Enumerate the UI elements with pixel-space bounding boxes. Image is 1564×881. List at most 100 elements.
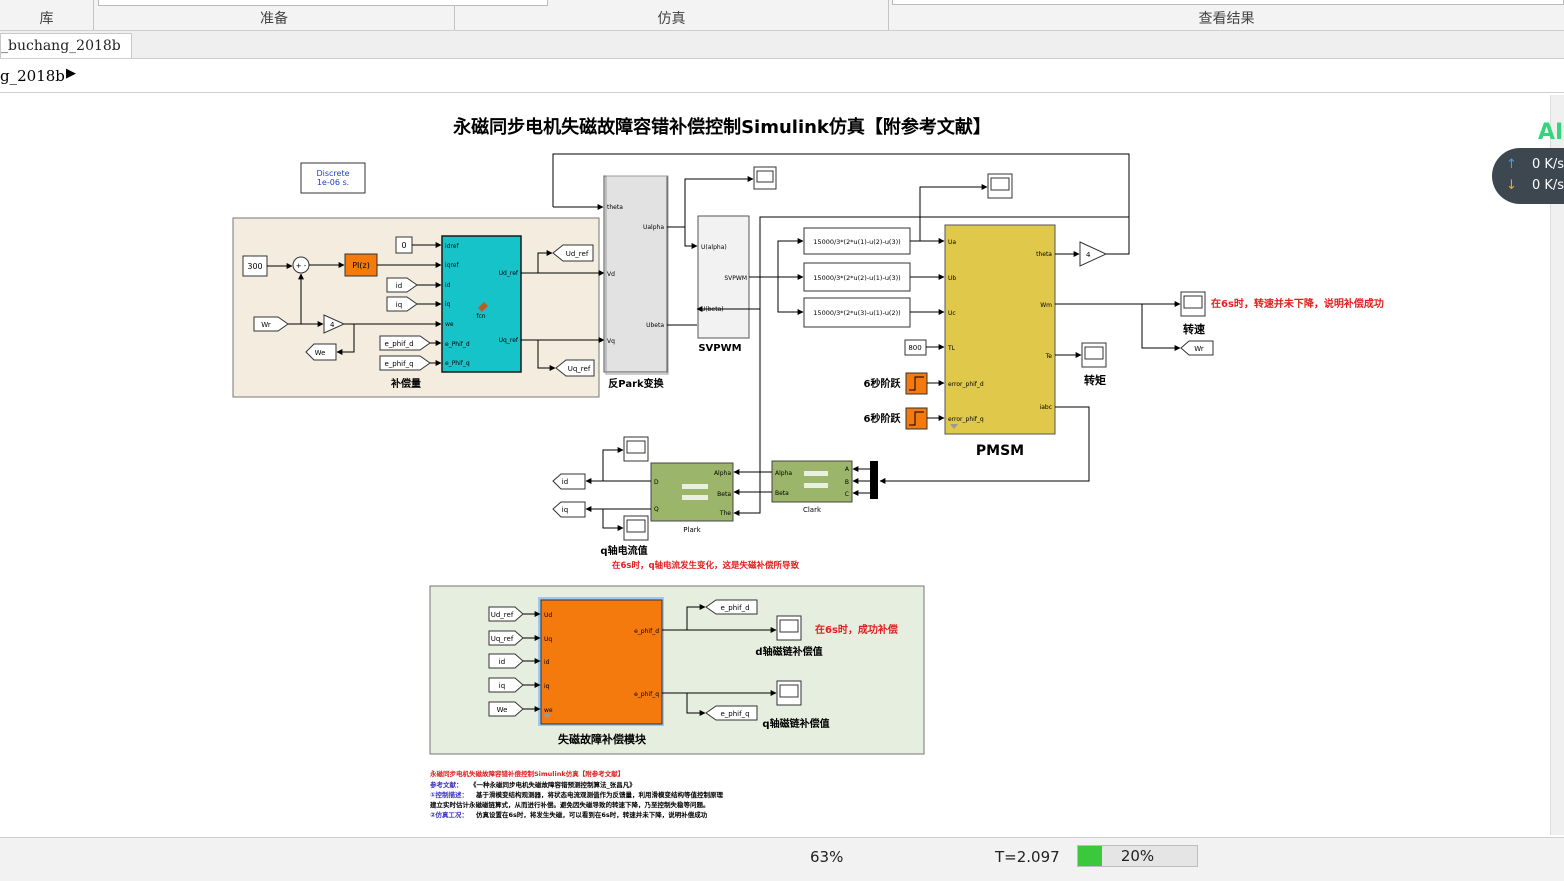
port-we-in: we [544,707,553,714]
from-we-block[interactable]: We [488,701,524,717]
port-e-phif-d-out: e_phif_d [634,628,659,635]
inverse-park-label: 反Park变换 [608,377,664,390]
sum-block[interactable]: + - [292,256,310,274]
current-scope-d-block[interactable] [623,436,649,462]
model-tab[interactable]: _buchang_2018b [0,33,132,58]
step-d-label: 6秒阶跃 [864,377,902,390]
from-iq-fault-block[interactable]: iq [488,677,524,693]
speed-note: 在6s时，转速并未下降，说明补偿成功 [1211,297,1384,310]
speed-scope-block[interactable] [1180,291,1206,317]
from-e-phif-d-block[interactable]: e_phif_d [379,335,431,351]
goto-e-phif-d-label: e_phif_d [720,604,749,612]
goto-id-block[interactable]: id [552,473,586,490]
model-canvas[interactable]: 永磁同步电机失磁故障容错补偿控制Simulink仿真【附参考文献】 Discre… [0,95,1550,835]
torque-scope-block[interactable] [1081,342,1107,368]
breadcrumb-arrow-icon[interactable]: ▶ [66,66,76,81]
goto-e-phif-d-block[interactable]: e_phif_d [705,599,758,615]
port-uq-ref: Uq_ref [499,337,519,344]
goto-e-phif-q-block[interactable]: e_phif_q [705,705,758,721]
port-tl: TL [947,345,956,352]
from-uq-ref-block[interactable]: Uq_ref [488,630,524,646]
goto-wr-block[interactable]: Wr [1180,340,1214,356]
port-vq: Vq [607,338,615,345]
port-id-in: id [544,659,550,666]
results-field[interactable] [892,0,1564,5]
from-ud-ref-label: Ud_ref [491,611,514,619]
theta-gain-block[interactable]: 4 [1079,241,1108,267]
note-control-label: ①控制描述： [430,790,468,799]
goto-ud-ref-label: Ud_ref [566,250,589,258]
download-arrow-icon: ↓ [1506,178,1517,193]
vertical-scrollbar[interactable] [1550,95,1564,835]
port-d: D [654,479,659,486]
zoom-level[interactable]: 63% [810,848,843,866]
pi-controller-block[interactable]: PI(z) [344,253,378,277]
port-error-phif-q: error_phif_q [948,416,984,423]
port-e-phif-d: e_Phif_d [445,341,470,348]
port-alpha: Alpha [714,470,731,477]
toolstrip-section-library[interactable]: 库 [0,0,94,30]
pmsm-block[interactable]: Ua Ub Uc TL error_phif_d error_phif_q th… [944,224,1056,435]
flux-q-scope-block[interactable] [776,680,802,706]
flux-d-scope-block[interactable] [776,615,802,641]
port-ud-ref: Ud_ref [499,270,519,277]
from-id-label: id [396,282,402,290]
flux-note: 在6s时，成功补偿 [815,623,898,636]
fault-compensation-block[interactable]: Ud Uq id iq we e_phif_d e_phif_q [538,597,664,726]
note-ref-label: 参考文献： [430,780,463,789]
toolstrip-section-results[interactable]: 查看结果 [889,0,1564,30]
park-block[interactable]: D Q Alpha Beta The [650,462,734,522]
port-ubeta: Ubeta [646,322,664,329]
const-300-block[interactable]: 300 [242,255,268,277]
port-theta: theta [607,204,623,211]
fcn-ua-block[interactable]: 15000/3*(2*u(1)-u(2)-u(3)) [803,227,911,255]
svpwm-label: SVPWM [698,343,741,354]
toolstrip-section-prepare[interactable]: 准备 [94,0,548,30]
toolstrip-section-simulate[interactable]: 仿真 [455,0,889,30]
sum-label: + - [296,262,307,270]
inverse-park-block[interactable]: theta Vd Vq Ualpha Ubeta [603,175,669,375]
port-ualpha: Ualpha [643,224,664,231]
port-wm: Wm [1040,302,1052,309]
fcn-uc-block[interactable]: 15000/3*(2*u(3)-u(1)-u(2)) [803,297,911,328]
fcn-ua-expr: 15000/3*(2*u(1)-u(2)-u(3)) [813,238,900,246]
scope-valpha-block[interactable] [753,166,777,190]
sim-time: T=2.097 [995,848,1060,866]
const-0-block[interactable]: 0 [395,236,413,254]
breadcrumb-model[interactable]: g_2018b [0,67,65,85]
const-800-block[interactable]: 800 [904,339,927,356]
goto-iq-block[interactable]: iq [552,501,586,518]
svpwm-block[interactable]: U(alpha) U(beta) SVPWM [697,215,750,339]
port-idref: idref [445,243,460,250]
powergui-block[interactable]: Discrete 1e-06 s. [300,162,366,194]
scope-theta-block[interactable] [987,173,1013,199]
from-e-phif-q-block[interactable]: e_phif_q [379,355,431,371]
speed-label: 转速 [1183,322,1205,336]
upload-arrow-icon: ↑ [1506,157,1517,172]
network-monitor[interactable]: ↑ 0 K/s ↓ 0 K/s [1492,148,1564,204]
compensation-label: 补偿量 [390,377,421,390]
const-300-label: 300 [247,262,262,271]
clark-block[interactable]: Alpha Beta A B C [771,460,853,503]
from-ud-ref-block[interactable]: Ud_ref [488,606,524,622]
pi-label: PI(z) [352,261,370,270]
from-id-fault-block[interactable]: id [488,653,524,669]
sample-time-label: 1e-06 s. [317,178,349,187]
port-ud: Ud [544,612,552,619]
block-diagram[interactable]: 永磁同步电机失磁故障容错补偿控制Simulink仿真【附参考文献】 Discre… [0,95,1550,835]
port-beta-out: Beta [775,490,789,497]
step-q-block[interactable] [905,407,928,430]
compensation-fcn-block[interactable]: idref iqref id iq we e_Phif_d e_Phif_q U… [441,235,522,373]
demux-block[interactable] [870,461,878,499]
note-sim-label: ②仿真工况： [430,810,468,819]
current-scope-q-block[interactable] [623,515,649,541]
ai-badge[interactable]: AI [1538,120,1563,145]
diagram-title: 永磁同步电机失磁故障容错补偿控制Simulink仿真【附参考文献】 [452,116,991,138]
fcn-ub-block[interactable]: 15000/3*(2*u(2)-u(1)-u(3)) [803,262,911,292]
clark-label: Clark [803,506,822,514]
toolstrip: 库 准备 仿真 查看结果 [0,0,1564,31]
step-d-block[interactable] [905,372,928,395]
port-theta-out: theta [1036,251,1052,258]
upload-speed: 0 K/s [1532,157,1564,172]
section-label: 准备 [260,11,288,27]
